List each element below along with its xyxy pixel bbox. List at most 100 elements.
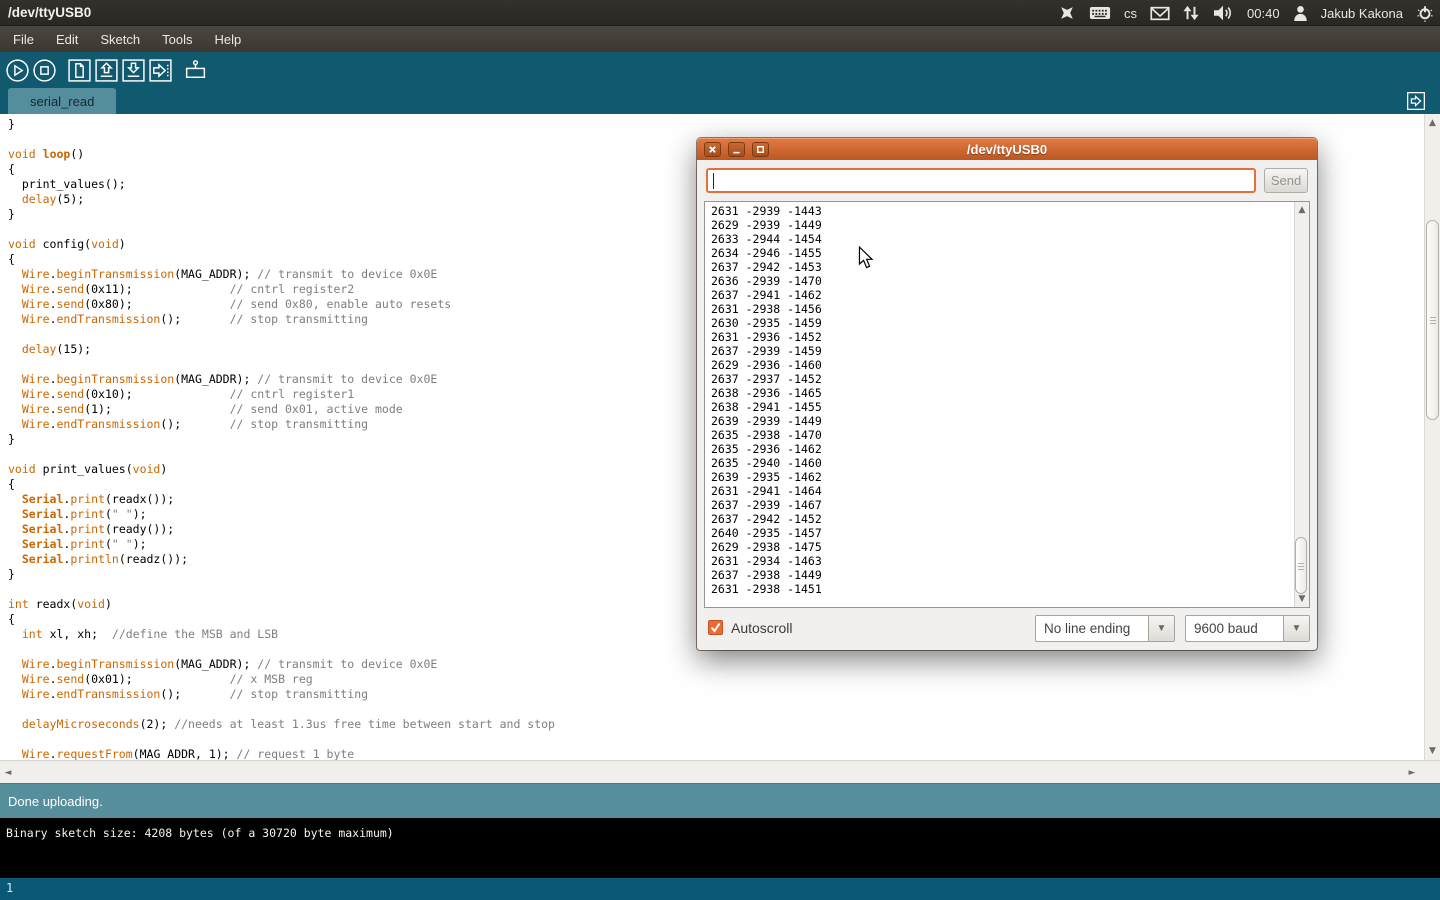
code-line: Wire.endTransmission(); // stop transmit… xyxy=(8,312,555,327)
baud-rate-select[interactable]: 9600 baud ▼ xyxy=(1185,615,1310,642)
serial-row: 2640 -2935 -1457 xyxy=(711,526,822,540)
volume-icon[interactable] xyxy=(1212,0,1234,26)
menu-file[interactable]: File xyxy=(2,28,45,51)
serial-row: 2637 -2939 -1467 xyxy=(711,498,822,512)
code-line: Wire.send(0x10); // cntrl register1 xyxy=(8,387,555,402)
scroll-right-icon[interactable]: ► xyxy=(1406,767,1418,779)
scroll-left-icon[interactable]: ◄ xyxy=(2,767,14,779)
serial-row: 2636 -2939 -1470 xyxy=(711,274,822,288)
send-button[interactable]: Send xyxy=(1264,168,1308,193)
sync-arrows-icon[interactable] xyxy=(1183,0,1199,26)
serial-output-list[interactable]: 2631 -2939 -14432629 -2939 -14492633 -29… xyxy=(704,201,1310,608)
code-line: } xyxy=(8,117,555,132)
clock[interactable]: 00:40 xyxy=(1247,0,1280,26)
code-line: Serial.println(readz()); xyxy=(8,552,555,567)
save-icon xyxy=(121,58,146,83)
status-message: Done uploading. xyxy=(8,794,103,809)
keyboard-layout-indicator[interactable]: cs xyxy=(1124,0,1137,26)
line-ending-value: No line ending xyxy=(1036,616,1148,641)
serial-monitor-body: Send 2631 -2939 -14432629 -2939 -1449263… xyxy=(697,160,1317,650)
text-caret xyxy=(713,173,714,189)
code-line: Wire.requestFrom(MAG_ADDR, 1); // reques… xyxy=(8,747,555,760)
serial-row: 2630 -2935 -1459 xyxy=(711,316,822,330)
autoscroll-label: Autoscroll xyxy=(731,620,792,636)
editor-vertical-scrollbar[interactable]: ▲ ▼ xyxy=(1424,114,1440,760)
status-bar: Done uploading. xyxy=(0,783,1440,818)
serial-row: 2639 -2939 -1449 xyxy=(711,414,822,428)
code-line: Serial.print(" "); xyxy=(8,507,555,522)
scroll-down-icon[interactable]: ▼ xyxy=(1425,745,1440,757)
upload-button[interactable] xyxy=(148,58,173,83)
open-button[interactable] xyxy=(94,58,119,83)
serial-row: 2639 -2935 -1462 xyxy=(711,470,822,484)
stop-button[interactable] xyxy=(32,58,57,83)
code-line: { xyxy=(8,162,555,177)
serial-row: 2637 -2942 -1453 xyxy=(711,260,822,274)
code-line: { xyxy=(8,612,555,627)
serial-monitor-titlebar[interactable]: /dev/ttyUSB0 xyxy=(697,138,1317,160)
arrow-right-icon xyxy=(1406,99,1426,114)
serial-scrollbar-thumb[interactable] xyxy=(1295,537,1307,594)
user-icon[interactable] xyxy=(1293,0,1308,26)
code-line xyxy=(8,732,555,747)
serial-row: 2631 -2939 -1443 xyxy=(711,204,822,218)
editor-horizontal-scrollbar[interactable]: ◄ ► xyxy=(0,760,1440,783)
serial-row: 2635 -2940 -1460 xyxy=(711,456,822,470)
verify-icon xyxy=(5,58,30,83)
code-line: Wire.endTransmission(); // stop transmit… xyxy=(8,417,555,432)
scroll-up-icon[interactable]: ▲ xyxy=(1295,204,1309,216)
tab-bar: serial_read xyxy=(0,88,1440,114)
verify-button[interactable] xyxy=(5,58,30,83)
menu-sketch[interactable]: Sketch xyxy=(89,28,151,51)
window-minimize-button[interactable] xyxy=(728,142,745,157)
updates-icon[interactable] xyxy=(1058,0,1076,26)
code-line xyxy=(8,357,555,372)
username[interactable]: Jakub Kakona xyxy=(1321,0,1403,26)
menu-help[interactable]: Help xyxy=(203,28,252,51)
chevron-down-icon: ▼ xyxy=(1148,616,1174,641)
tab-serial-read[interactable]: serial_read xyxy=(8,88,116,114)
serial-scrollbar[interactable]: ▲ ▼ xyxy=(1294,202,1309,607)
baud-rate-value: 9600 baud xyxy=(1186,616,1283,641)
window-maximize-button[interactable] xyxy=(752,142,769,157)
code-line: { xyxy=(8,252,555,267)
serial-rows: 2631 -2939 -14432629 -2939 -14492633 -29… xyxy=(711,204,822,596)
code-line: delayMicroseconds(2); //needs at least 1… xyxy=(8,717,555,732)
line-ending-select[interactable]: No line ending ▼ xyxy=(1035,615,1175,642)
code-line: Wire.send(0x11); // cntrl register2 xyxy=(8,282,555,297)
new-button[interactable] xyxy=(67,58,92,83)
chevron-down-icon: ▼ xyxy=(1283,616,1309,641)
code-line: void loop() xyxy=(8,147,555,162)
serial-monitor-button[interactable] xyxy=(183,58,208,83)
save-button[interactable] xyxy=(121,58,146,83)
code-line: int xl, xh; //define the MSB and LSB xyxy=(8,627,555,642)
serial-monitor-icon xyxy=(183,58,208,83)
code-line: Serial.print(ready()); xyxy=(8,522,555,537)
editor-scrollbar-thumb[interactable] xyxy=(1426,220,1439,420)
stop-icon xyxy=(32,58,57,83)
menu-edit[interactable]: Edit xyxy=(45,28,89,51)
code-line: Wire.beginTransmission(MAG_ADDR); // tra… xyxy=(8,372,555,387)
code-line: Wire.beginTransmission(MAG_ADDR); // tra… xyxy=(8,267,555,282)
serial-row: 2631 -2938 -1451 xyxy=(711,582,822,596)
serial-input[interactable] xyxy=(706,168,1256,193)
code-line: } xyxy=(8,207,555,222)
desktop-top-panel: /dev/ttyUSB0 cs 00:40 Jakub Kakona xyxy=(0,0,1440,26)
focused-window-title: /dev/ttyUSB0 xyxy=(0,5,91,20)
window-close-button[interactable] xyxy=(704,142,721,157)
autoscroll-checkbox[interactable] xyxy=(708,620,723,635)
keyboard-icon[interactable] xyxy=(1089,0,1111,26)
serial-row: 2629 -2939 -1449 xyxy=(711,218,822,232)
code-line: } xyxy=(8,432,555,447)
serial-monitor-window: /dev/ttyUSB0 Send 2631 -2939 -14432629 -… xyxy=(697,138,1317,650)
serial-monitor-title: /dev/ttyUSB0 xyxy=(697,142,1317,157)
scroll-up-icon[interactable]: ▲ xyxy=(1425,117,1440,129)
serial-row: 2638 -2941 -1455 xyxy=(711,400,822,414)
session-gear-icon[interactable] xyxy=(1416,0,1434,26)
menu-tools[interactable]: Tools xyxy=(151,28,203,51)
mail-icon[interactable] xyxy=(1150,0,1170,26)
menubar: FileEditSketchToolsHelp xyxy=(0,26,1440,52)
scroll-down-icon[interactable]: ▼ xyxy=(1295,593,1309,605)
code-line: Wire.send(0x80); // send 0x80, enable au… xyxy=(8,297,555,312)
tab-menu-button[interactable] xyxy=(1406,91,1426,111)
